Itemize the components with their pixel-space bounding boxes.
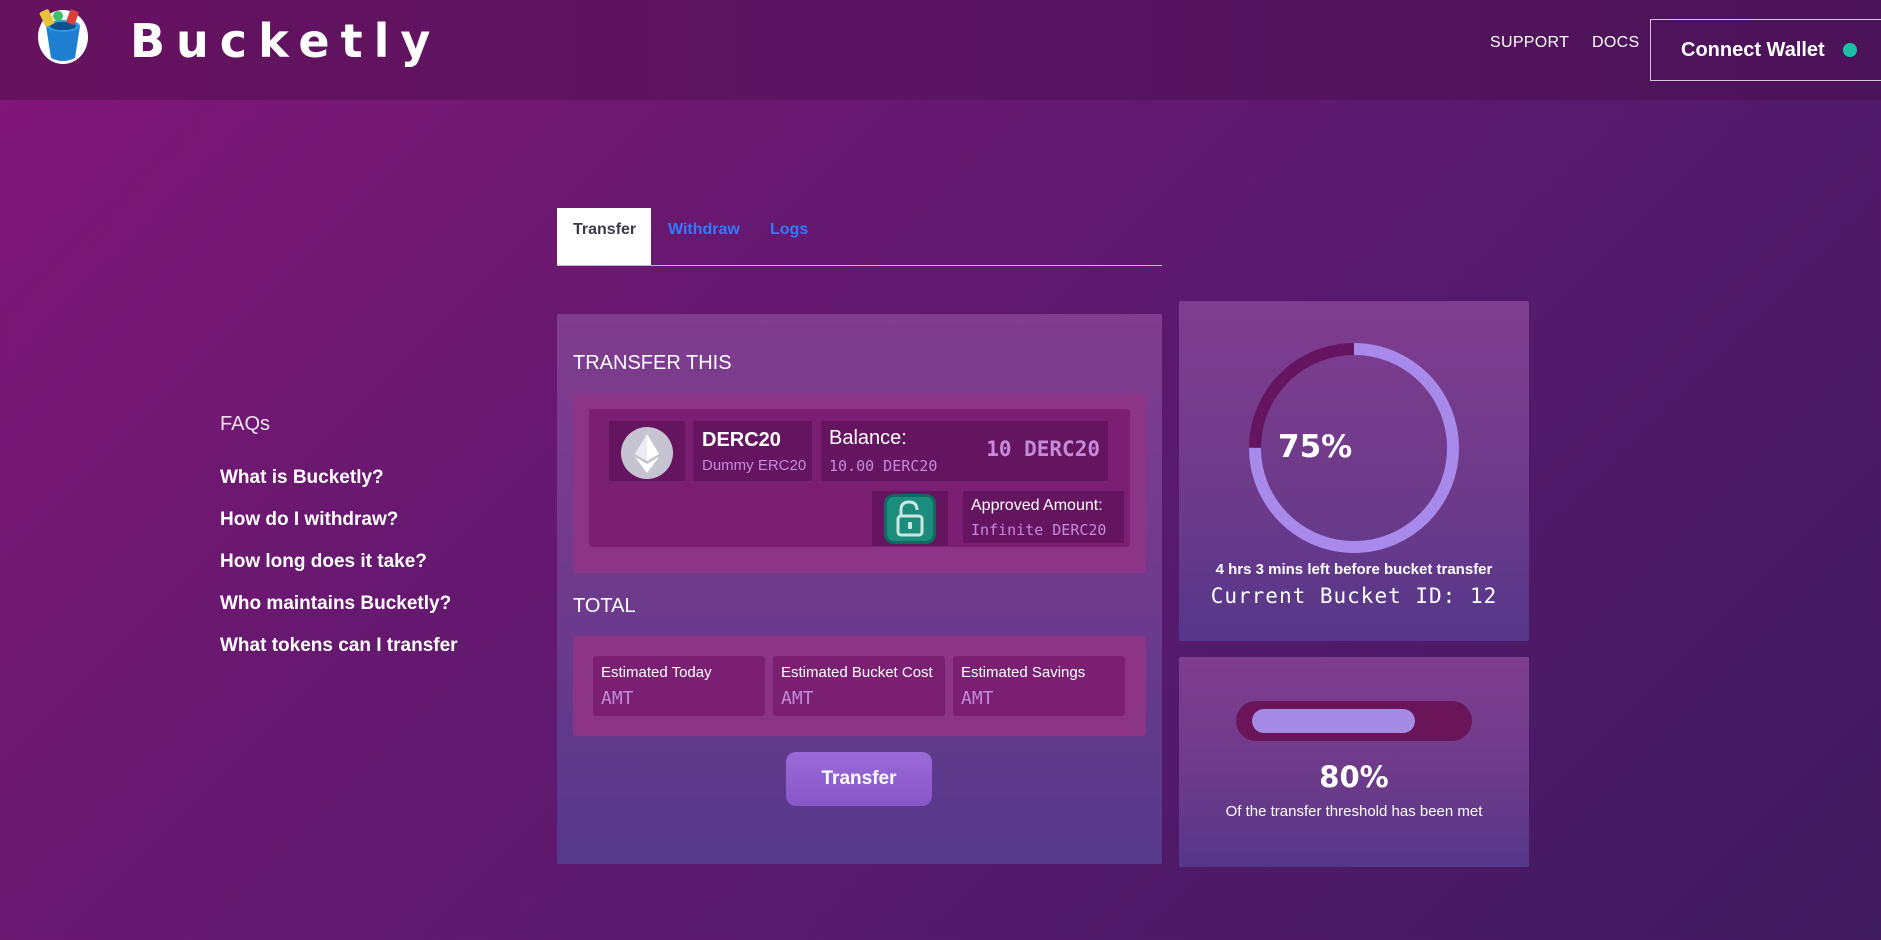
ethereum-icon bbox=[621, 427, 673, 479]
threshold-description: Of the transfer threshold has been met bbox=[1225, 803, 1483, 820]
transfer-card: TRANSFER THIS DERC20 Dummy ERC20 Balance… bbox=[557, 314, 1162, 864]
tab-withdraw[interactable]: Withdraw bbox=[668, 208, 740, 265]
approved-value: Infinite DERC20 bbox=[971, 521, 1107, 539]
faq-title: FAQs bbox=[220, 413, 271, 435]
estimate-value: AMT bbox=[781, 688, 814, 709]
estimate-label: Estimated Savings bbox=[961, 664, 1086, 681]
estimate-value: AMT bbox=[961, 688, 994, 709]
approved-label: Approved Amount: bbox=[971, 497, 1103, 514]
unlock-icon[interactable] bbox=[884, 494, 936, 544]
token-icon-tile bbox=[609, 421, 685, 481]
token-name: DERC20 bbox=[702, 429, 781, 451]
estimate-label: Estimated Bucket Cost bbox=[781, 664, 933, 681]
faq-item[interactable]: How do I withdraw? bbox=[220, 509, 398, 531]
balance-value: 10 DERC20 bbox=[986, 437, 1100, 461]
total-section-title: TOTAL bbox=[573, 595, 636, 617]
top-navbar: Bucketly SUPPORT DOCS Connect Wallet bbox=[0, 0, 1881, 100]
bucket-id-text: Current Bucket ID: 12 bbox=[1210, 584, 1498, 608]
nav-docs-link[interactable]: DOCS bbox=[1592, 34, 1639, 52]
tab-logs[interactable]: Logs bbox=[770, 208, 808, 265]
approved-tile: Approved Amount: Infinite DERC20 bbox=[963, 491, 1124, 543]
bucket-progress-card: 75% 4 hrs 3 mins left before bucket tran… bbox=[1179, 301, 1529, 641]
estimate-tile: Estimated Savings AMT bbox=[953, 656, 1125, 716]
connect-wallet-button[interactable]: Connect Wallet bbox=[1650, 19, 1881, 81]
lock-tile bbox=[872, 491, 948, 546]
token-row: DERC20 Dummy ERC20 Balance: 10.00 DERC20… bbox=[589, 409, 1130, 547]
estimate-value: AMT bbox=[601, 688, 634, 709]
tab-bar: Transfer Withdraw Logs bbox=[557, 208, 1162, 266]
threshold-progress-fill bbox=[1252, 709, 1416, 733]
balance-tile: Balance: 10.00 DERC20 10 DERC20 bbox=[821, 421, 1108, 481]
faq-item[interactable]: What is Bucketly? bbox=[220, 467, 384, 489]
token-panel: DERC20 Dummy ERC20 Balance: 10.00 DERC20… bbox=[573, 393, 1146, 573]
threshold-card: 80% Of the transfer threshold has been m… bbox=[1179, 657, 1529, 867]
faq-item[interactable]: How long does it take? bbox=[220, 551, 427, 573]
faq-item[interactable]: Who maintains Bucketly? bbox=[220, 593, 451, 615]
threshold-percent: 80% bbox=[1319, 760, 1389, 794]
faq-item[interactable]: What tokens can I transfer bbox=[220, 635, 458, 657]
bucketly-logo[interactable] bbox=[34, 4, 92, 66]
estimate-label: Estimated Today bbox=[601, 664, 712, 681]
transfer-button[interactable]: Transfer bbox=[786, 752, 932, 806]
tab-transfer[interactable]: Transfer bbox=[557, 208, 651, 265]
token-subtitle: Dummy ERC20 bbox=[702, 457, 807, 474]
total-panel: Estimated Today AMT Estimated Bucket Cos… bbox=[573, 636, 1146, 736]
nav-support-link[interactable]: SUPPORT bbox=[1490, 34, 1569, 52]
brand-name[interactable]: Bucketly bbox=[130, 14, 441, 68]
time-left-text: 4 hrs 3 mins left before bucket transfer bbox=[1215, 561, 1493, 578]
threshold-progress-bar bbox=[1236, 701, 1472, 741]
bucket-percent: 75% bbox=[1278, 429, 1353, 465]
balance-subtext: 10.00 DERC20 bbox=[829, 457, 938, 475]
transfer-section-title: TRANSFER THIS bbox=[573, 352, 732, 374]
connection-status-dot bbox=[1842, 43, 1857, 57]
estimate-tile: Estimated Bucket Cost AMT bbox=[773, 656, 945, 716]
connect-wallet-label: Connect Wallet bbox=[1681, 38, 1825, 61]
balance-label: Balance: bbox=[829, 427, 907, 449]
token-info-tile: DERC20 Dummy ERC20 bbox=[693, 421, 812, 481]
estimate-tile: Estimated Today AMT bbox=[593, 656, 765, 716]
